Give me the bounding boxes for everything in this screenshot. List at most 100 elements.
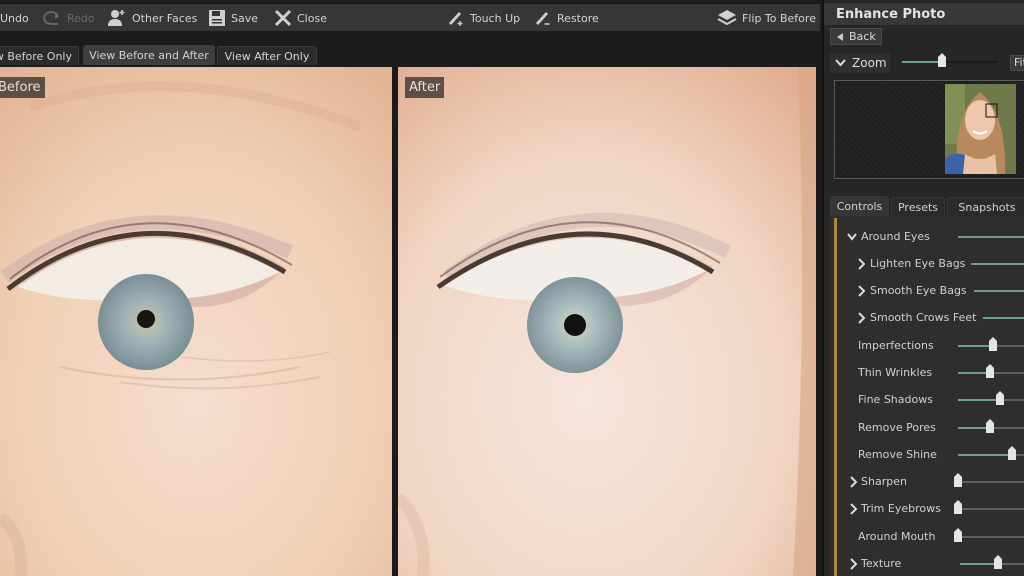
control-slider[interactable] <box>958 419 1024 433</box>
view-mode-tabs: View Before Only View Before and After V… <box>0 45 820 65</box>
tab-label: View Before and After <box>89 49 209 62</box>
tab-label: View After Only <box>224 49 310 63</box>
control-slider[interactable] <box>958 337 1024 351</box>
panel-title: Enhance Photo <box>824 3 1024 25</box>
after-image-pane[interactable]: After <box>398 67 816 576</box>
touch-up-brush-icon <box>449 12 463 26</box>
control-label: Smooth Crows Feet <box>870 311 977 324</box>
back-triangle-icon <box>837 32 843 41</box>
fit-button[interactable]: Fit <box>1010 55 1024 71</box>
portrait-thumbnail <box>945 84 1016 174</box>
after-label: After <box>405 77 445 98</box>
control-row: Thin Wrinkles <box>830 363 1024 383</box>
before-image-pane[interactable]: Before <box>0 67 392 576</box>
redo-icon <box>43 11 59 26</box>
control-slider-fill <box>958 399 1000 401</box>
touch-up-label: Touch Up <box>470 11 521 25</box>
control-slider-thumb[interactable] <box>989 337 997 351</box>
tab-presets[interactable]: Presets <box>891 197 945 216</box>
tab-view-before-only[interactable]: View Before Only <box>0 46 79 65</box>
save-button[interactable]: Save <box>208 4 258 32</box>
other-faces-button[interactable]: Other Faces <box>107 4 197 32</box>
tab-label: Snapshots <box>958 200 1016 214</box>
redo-label: Redo <box>67 11 95 25</box>
tab-controls[interactable]: Controls <box>830 196 889 216</box>
control-slider-thumb[interactable] <box>986 364 994 378</box>
control-slider[interactable] <box>974 290 1024 292</box>
control-slider-thumb[interactable] <box>996 391 1004 405</box>
control-slider-thumb[interactable] <box>954 500 962 514</box>
tab-view-after-only[interactable]: View After Only <box>217 46 317 65</box>
control-slider[interactable] <box>954 473 1024 487</box>
control-slider[interactable] <box>958 446 1024 460</box>
control-slider[interactable] <box>954 500 1024 514</box>
tab-label: Presets <box>897 200 939 214</box>
control-row: Around Eyes <box>830 227 1024 247</box>
before-photo <box>0 67 392 576</box>
control-slider[interactable] <box>958 391 1024 405</box>
control-slider[interactable] <box>954 528 1024 542</box>
control-slider-thumb[interactable] <box>986 419 994 433</box>
back-button[interactable]: Back <box>830 28 882 45</box>
back-label: Back <box>849 30 876 43</box>
flip-to-before-button[interactable]: Flip To Before <box>717 4 816 32</box>
control-label: Fine Shadows <box>858 393 933 406</box>
tab-snapshots[interactable]: Snapshots <box>947 197 1024 216</box>
control-row: Around Mouth <box>830 527 1024 547</box>
control-slider-thumb[interactable] <box>1008 446 1016 460</box>
control-row: Sharpen <box>830 472 1024 492</box>
control-row: Smooth Crows Feet <box>830 308 1024 328</box>
control-tabs: Controls Presets Snapshots <box>830 196 1024 216</box>
redo-button[interactable]: Redo <box>42 4 95 32</box>
restore-button[interactable]: Restore <box>534 4 599 32</box>
touch-up-button[interactable]: Touch Up <box>447 4 520 32</box>
save-disk-icon <box>209 10 225 26</box>
control-row: Remove Pores <box>830 418 1024 438</box>
zoom-collapse-toggle[interactable]: Zoom <box>830 53 890 73</box>
zoom-slider[interactable] <box>902 53 998 67</box>
control-row: Imperfections <box>830 336 1024 356</box>
navigator-preview[interactable] <box>834 80 1024 179</box>
control-slider[interactable] <box>971 263 1024 265</box>
control-slider-thumb[interactable] <box>994 555 1002 569</box>
toolbar: Undo Redo Other Faces Save Close Touch U… <box>0 3 820 31</box>
chevron-down-icon <box>835 59 846 67</box>
navigator-thumbnail[interactable] <box>945 84 1016 174</box>
control-label: Around Mouth <box>858 530 936 543</box>
control-label: Remove Pores <box>858 421 936 434</box>
control-label: Imperfections <box>858 339 934 352</box>
add-person-icon <box>108 10 125 26</box>
control-row: Texture <box>830 554 1024 574</box>
chevron-right-icon[interactable] <box>848 476 858 488</box>
zoom-row: Zoom Fit <box>824 52 1024 74</box>
restore-brush-icon <box>536 12 550 25</box>
control-row: Remove Shine <box>830 445 1024 465</box>
control-slider-thumb[interactable] <box>954 473 962 487</box>
control-label: Smooth Eye Bags <box>870 284 967 297</box>
tab-label: View Before Only <box>0 49 72 63</box>
tab-view-before-and-after[interactable]: View Before and After <box>83 45 215 65</box>
control-slider-fill <box>960 563 998 565</box>
other-faces-label: Other Faces <box>132 11 198 25</box>
control-label: Sharpen <box>861 475 907 488</box>
chevron-right-icon[interactable] <box>856 258 866 270</box>
control-slider[interactable] <box>958 364 1024 378</box>
save-label: Save <box>231 11 259 25</box>
chevron-right-icon[interactable] <box>848 503 858 515</box>
control-slider[interactable] <box>960 555 1024 569</box>
control-slider-fill <box>974 290 1024 292</box>
layers-icon <box>717 10 737 26</box>
zoom-slider-thumb[interactable] <box>938 53 946 67</box>
control-slider[interactable] <box>958 236 1024 238</box>
control-label: Remove Shine <box>858 448 937 461</box>
control-slider[interactable] <box>983 317 1024 319</box>
chevron-down-icon[interactable] <box>847 231 857 243</box>
undo-button[interactable]: Undo <box>0 4 29 32</box>
close-button[interactable]: Close <box>274 4 327 32</box>
zoom-label: Zoom <box>852 56 887 70</box>
chevron-right-icon[interactable] <box>856 312 866 324</box>
chevron-right-icon[interactable] <box>856 285 866 297</box>
control-row: Smooth Eye Bags <box>830 281 1024 301</box>
chevron-right-icon[interactable] <box>848 558 858 570</box>
control-slider-thumb[interactable] <box>954 528 962 542</box>
